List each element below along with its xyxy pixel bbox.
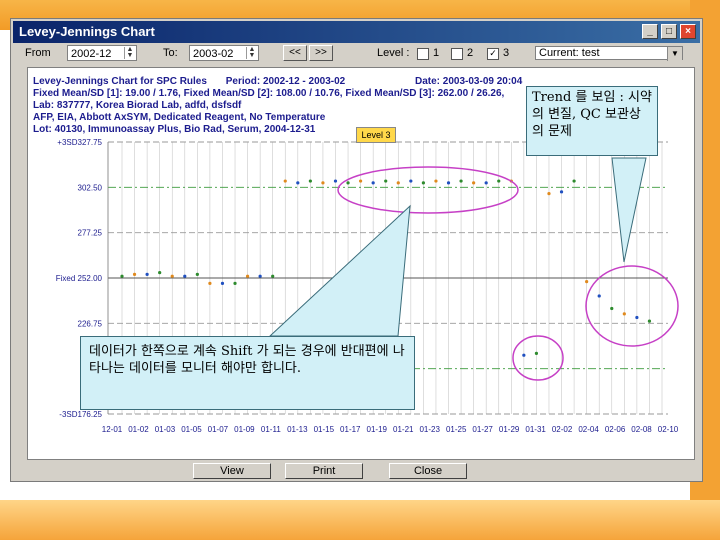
data-point <box>346 181 350 185</box>
y-tick-label: 277.25 <box>78 229 103 238</box>
data-point <box>158 271 162 275</box>
x-tick-label: 01-07 <box>208 425 229 434</box>
x-tick-label: 02-08 <box>631 425 652 434</box>
data-point <box>635 315 639 320</box>
chart-header-line4: AFP, EIA, Abbott AxSYM, Dedicated Reagen… <box>33 112 326 123</box>
data-point <box>559 190 564 194</box>
x-tick-label: 01-25 <box>446 425 467 434</box>
data-point <box>459 179 463 183</box>
data-point <box>371 181 375 185</box>
data-point <box>472 181 476 185</box>
x-tick-label: 01-29 <box>499 425 520 434</box>
chart-period: Period: 2002-12 - 2003-02 <box>225 76 346 87</box>
data-point <box>647 319 652 323</box>
data-point <box>572 179 576 183</box>
x-tick-label: 01-05 <box>181 425 202 434</box>
data-point <box>132 272 137 277</box>
chart-header-line2: Fixed Mean/SD [1]: 19.00 / 1.76, Fixed M… <box>33 88 505 99</box>
y-tick-label: 302.50 <box>78 183 103 192</box>
x-tick-label: 02-02 <box>552 425 573 434</box>
x-tick-label: 01-19 <box>367 425 388 434</box>
x-tick-label: 01-11 <box>261 425 281 434</box>
chart-date: Date: 2003-03-09 20:04 <box>415 76 523 87</box>
data-point <box>170 274 174 278</box>
x-axis-tick-labels: 12-01 01-02 01-03 01-05 01-07 01-09 01-11 01-13… <box>102 425 679 434</box>
x-tick-label: 02-10 <box>658 425 679 434</box>
data-point <box>522 353 526 357</box>
shift-callout-pointer <box>268 204 411 337</box>
x-tick-label: 01-02 <box>128 425 149 434</box>
data-point <box>233 281 237 285</box>
data-point <box>208 281 212 285</box>
data-point <box>622 312 626 316</box>
data-point <box>396 181 400 185</box>
data-point <box>497 179 501 183</box>
data-point <box>145 272 149 277</box>
x-tick-label: 01-17 <box>340 425 361 434</box>
data-point <box>585 279 589 284</box>
data-point <box>120 274 124 278</box>
data-point <box>321 181 325 185</box>
data-point <box>484 181 488 185</box>
level-3-badge: Level 3 <box>356 127 396 143</box>
data-point <box>258 274 262 278</box>
trend-callout-text: Trend 를 보임 : 시약의 변질, QC 보관상의 문제 <box>532 90 652 139</box>
x-tick-label: 01-21 <box>393 425 414 434</box>
chart-header-line3: Lab: 837777, Korea Biorad Lab, adfd, dsf… <box>33 100 242 111</box>
data-point <box>183 274 187 278</box>
data-point <box>384 179 388 183</box>
data-point <box>434 179 438 183</box>
data-point <box>271 274 275 278</box>
data-point <box>421 181 425 185</box>
data-point <box>534 351 539 356</box>
x-tick-label: 01-15 <box>314 425 335 434</box>
data-point <box>597 294 601 298</box>
y-tick-label: 226.75 <box>78 319 103 328</box>
y-tick-label: Fixed 252.00 <box>56 274 103 283</box>
data-point <box>283 179 287 183</box>
x-tick-label: 01-23 <box>419 425 440 434</box>
data-point <box>333 179 338 183</box>
x-tick-label: 12-01 <box>102 425 123 434</box>
data-point <box>296 181 300 185</box>
data-point <box>308 179 312 183</box>
trend-callout-pointer <box>611 157 647 263</box>
opposite-highlight-ellipse <box>512 335 564 381</box>
data-point <box>195 272 199 277</box>
x-tick-label: 01-13 <box>287 425 308 434</box>
x-tick-label: 01-31 <box>525 425 546 434</box>
x-tick-label: 01-03 <box>155 425 176 434</box>
x-tick-label: 02-04 <box>578 425 599 434</box>
shift-callout-text: 데이터가 한쪽으로 계속 Shift 가 되는 경우에 반대편에 나타나는 데이… <box>89 344 405 376</box>
data-point <box>547 192 551 196</box>
trend-callout: Trend 를 보임 : 시약의 변질, QC 보관상의 문제 <box>526 86 658 156</box>
chart-header-line1: Levey-Jennings Chart for SPC Rules Perio… <box>33 76 345 87</box>
y-tick-label: +3SD327.75 <box>57 138 102 147</box>
data-point <box>610 306 614 311</box>
x-tick-label: 01-09 <box>234 425 255 434</box>
chart-header-line5: Lot: 40130, Immunoassay Plus, Bio Rad, S… <box>33 124 316 135</box>
data-point <box>446 181 451 185</box>
chart-title: Levey-Jennings Chart for SPC Rules <box>33 76 207 87</box>
shift-callout: 데이터가 한쪽으로 계속 Shift 가 되는 경우에 반대편에 나타나는 데이… <box>80 336 415 410</box>
data-point <box>409 179 413 183</box>
data-point <box>359 179 363 183</box>
data-point <box>220 281 225 285</box>
data-point <box>245 274 250 278</box>
shift-highlight-ellipse <box>337 166 519 214</box>
x-tick-label: 02-06 <box>605 425 626 434</box>
x-tick-label: 01-27 <box>472 425 493 434</box>
y-tick-label: -3SD176.25 <box>59 410 102 419</box>
